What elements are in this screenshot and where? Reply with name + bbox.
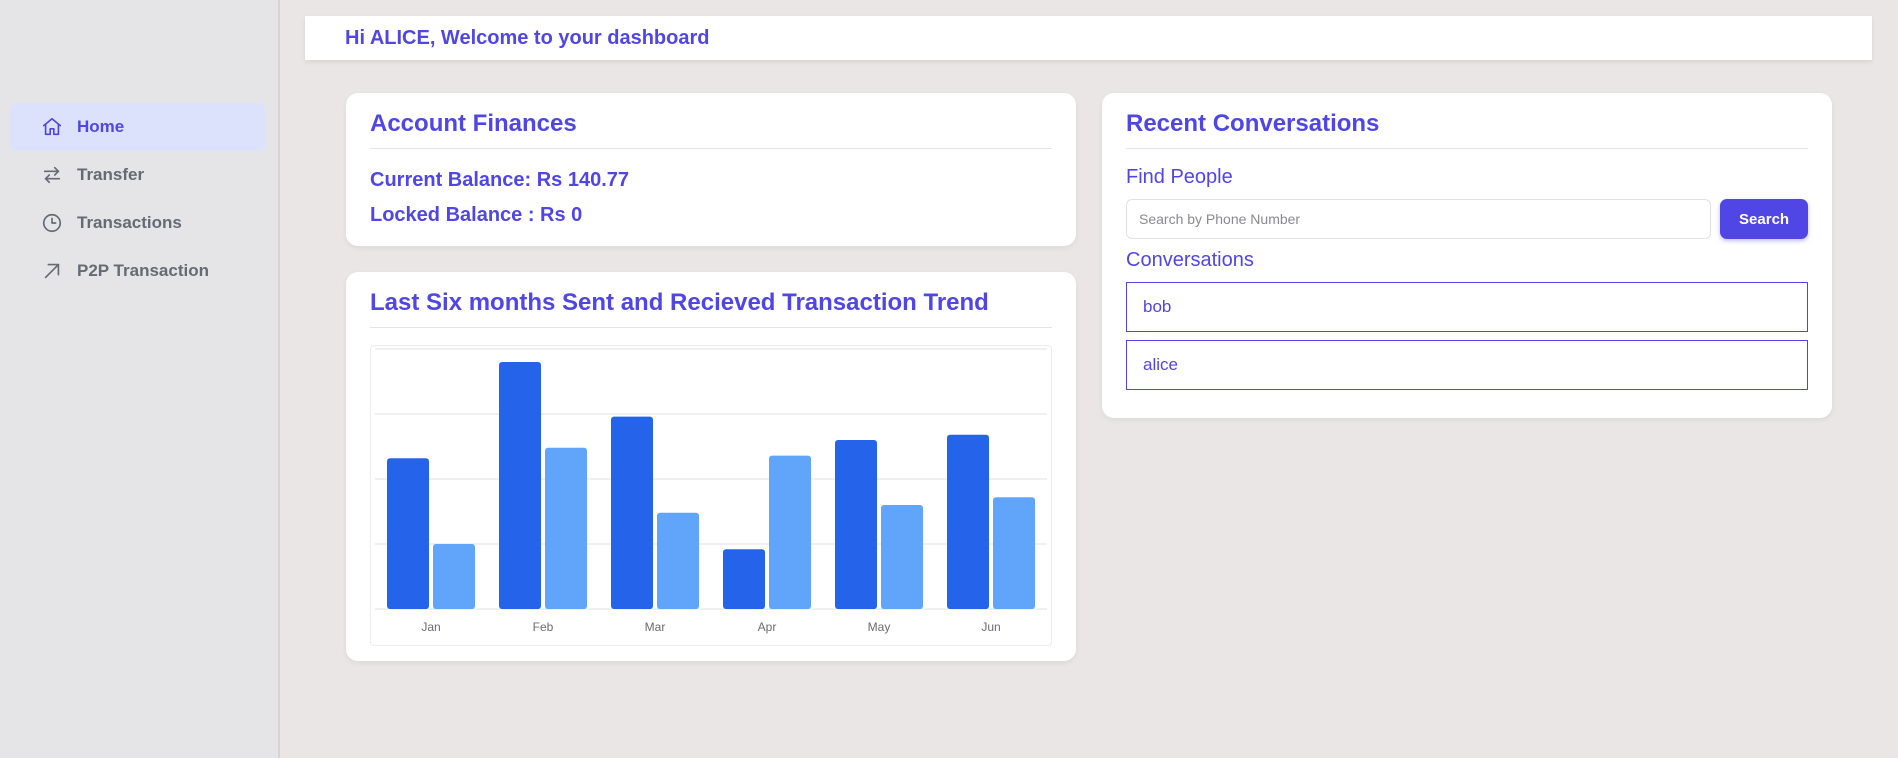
transaction-trend-title: Last Six months Sent and Recieved Transa… (370, 272, 1052, 328)
bar-may-series-2 (881, 505, 923, 609)
transaction-trend-card: Last Six months Sent and Recieved Transa… (346, 272, 1076, 661)
transfer-icon (41, 164, 63, 186)
top-bar: Hi ALICE, Welcome to your dashboard (305, 16, 1872, 60)
phone-search-input[interactable] (1126, 199, 1712, 239)
sidebar-item-label: Transactions (77, 213, 182, 232)
recent-conversations-card: Recent Conversations Find People Search … (1102, 93, 1832, 418)
sidebar-item-home[interactable]: Home (9, 103, 265, 151)
bar-jan-series-1 (387, 458, 429, 609)
sidebar-item-label: P2P Transaction (77, 261, 209, 280)
bar-jan-series-2 (433, 544, 475, 609)
transaction-trend-chart: Jan Feb Mar Apr May Jun (370, 345, 1052, 646)
x-tick-label: Jun (981, 620, 1000, 634)
sidebar-item-transfer[interactable]: Transfer (9, 151, 265, 199)
locked-balance: Locked Balance : Rs 0 (370, 204, 583, 226)
bar-may-series-1 (835, 440, 877, 609)
welcome-heading: Hi ALICE, Welcome to your dashboard (345, 26, 710, 49)
sidebar-item-label: Transfer (77, 165, 145, 184)
bar-apr-series-1 (723, 549, 765, 609)
conversation-item-alice[interactable]: alice (1126, 340, 1808, 390)
x-tick-label: Jan (421, 620, 440, 634)
bar-feb-series-2 (545, 447, 587, 609)
x-tick-label: Apr (758, 620, 777, 634)
sidebar-nav: Home Transfer Transactions P2P Transacti… (9, 103, 265, 295)
x-tick-label: Mar (645, 620, 666, 634)
search-button[interactable]: Search (1720, 199, 1808, 239)
account-finances-title: Account Finances (370, 93, 1052, 149)
arrow-up-right-icon (41, 260, 63, 282)
bar-feb-series-1 (499, 362, 541, 609)
sidebar-item-p2p-transaction[interactable]: P2P Transaction (9, 247, 265, 295)
x-tick-label: May (868, 620, 891, 634)
bar-chart: Jan Feb Mar Apr May Jun (375, 348, 1047, 634)
clock-icon (41, 212, 63, 234)
sidebar: Home Transfer Transactions P2P Transacti… (0, 0, 280, 758)
bar-mar-series-1 (611, 416, 653, 609)
search-row: Search (1126, 199, 1808, 239)
account-finances-card: Account Finances Current Balance: Rs 140… (346, 93, 1076, 246)
x-tick-label: Feb (533, 620, 554, 634)
find-people-heading: Find People (1126, 166, 1233, 188)
recent-conversations-title: Recent Conversations (1126, 93, 1808, 149)
bar-jun-series-1 (947, 434, 989, 609)
current-balance: Current Balance: Rs 140.77 (370, 169, 630, 191)
bar-jun-series-2 (993, 497, 1035, 609)
sidebar-item-label: Home (77, 117, 125, 136)
conversation-item-bob[interactable]: bob (1126, 282, 1808, 332)
home-icon (41, 116, 63, 138)
sidebar-item-transactions[interactable]: Transactions (9, 199, 265, 247)
conversations-heading: Conversations (1126, 249, 1254, 271)
bar-mar-series-2 (657, 512, 699, 609)
bar-apr-series-2 (769, 455, 811, 609)
